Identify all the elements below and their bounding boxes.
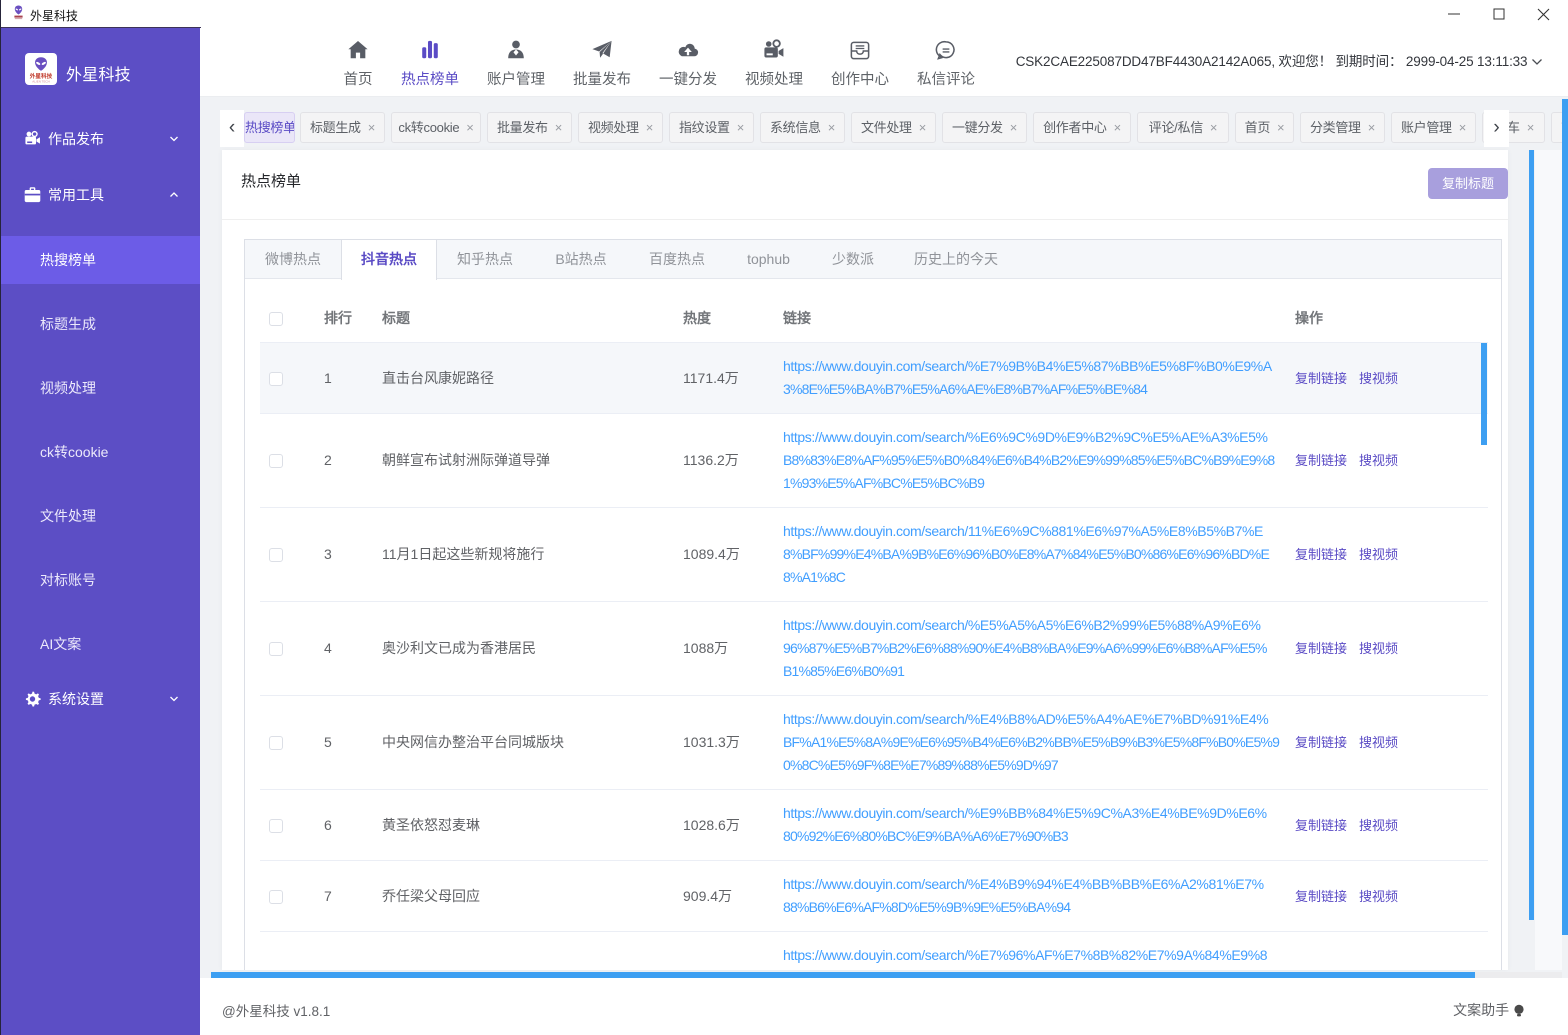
svg-text:ALIEN TECH: ALIEN TECH [32,80,50,84]
